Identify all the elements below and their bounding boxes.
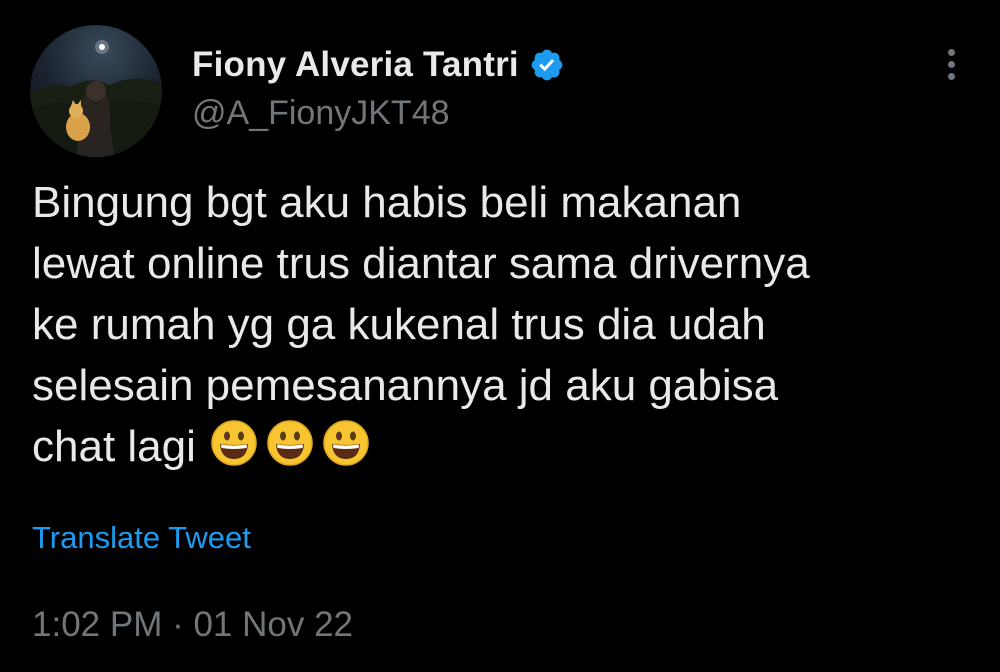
name-row: Fiony Alveria Tantri [192, 40, 565, 90]
tweet-text-line: chat lagi [32, 422, 196, 471]
avatar[interactable] [30, 25, 162, 157]
author-block: Fiony Alveria Tantri @A_FionyJKT48 [192, 40, 565, 133]
display-name[interactable]: Fiony Alveria Tantri [192, 45, 519, 85]
dot [947, 60, 955, 68]
tweet-text: Bingung bgt aku habis beli makanan lewat … [32, 172, 972, 477]
verified-badge-icon [529, 47, 565, 83]
tweet-text-line: Bingung bgt aku habis beli makanan [32, 178, 742, 227]
translate-tweet-link[interactable]: Translate Tweet [32, 520, 251, 556]
author-handle[interactable]: @A_FionyJKT48 [192, 94, 565, 133]
grinning-face-icon [267, 420, 313, 466]
tweet: Fiony Alveria Tantri @A_FionyJKT48 Bingu… [0, 0, 1000, 672]
tweet-timestamp[interactable]: 1:02 PM · 01 Nov 22 [32, 605, 353, 645]
tweet-text-last-line: chat lagi [32, 416, 972, 477]
tweet-text-line: selesain pemesanannya jd aku gabisa [32, 361, 779, 410]
tweet-text-line: lewat online trus diantar sama drivernya [32, 239, 810, 288]
grinning-face-icon [211, 420, 257, 466]
avatar-photo [30, 25, 162, 157]
tweet-text-line: ke rumah yg ga kukenal trus dia udah [32, 300, 766, 349]
emoji-group [210, 419, 370, 467]
grinning-face-icon [323, 420, 369, 466]
dot [947, 48, 955, 56]
dot [947, 72, 955, 80]
more-options-icon[interactable] [936, 44, 966, 84]
